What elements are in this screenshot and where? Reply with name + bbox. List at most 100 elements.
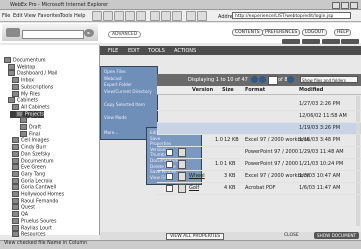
search-input[interactable]: [22, 30, 84, 39]
window-title-bar: WebEx Pro - Microsoft Internet Explorer: [0, 0, 361, 10]
context-menu-item[interactable]: Export Folder: [104, 82, 132, 87]
action-actions[interactable]: ACTIONS: [174, 48, 196, 54]
close-button[interactable]: CLOSE: [284, 233, 299, 238]
tree-item[interactable]: Goria Cantwell: [12, 184, 56, 191]
tree-item[interactable]: All Cabinets: [12, 103, 50, 110]
maximize-button[interactable]: [341, 2, 349, 9]
app-logo: [6, 28, 20, 37]
show-document-button[interactable]: SHOW DOCUMENT: [314, 232, 360, 239]
tree-item[interactable]: Projects: [16, 110, 44, 117]
menu-file[interactable]: File: [2, 13, 10, 19]
tree-item[interactable]: Resources: [12, 231, 46, 238]
tree-item[interactable]: Cell Images: [12, 137, 49, 144]
tree-item[interactable]: Cindy Burr: [12, 144, 46, 151]
file-modified: 1/21/03 10:24 PM: [299, 161, 344, 167]
file-version: 1.0: [215, 137, 223, 143]
contents-link[interactable]: CONTENTS: [232, 29, 263, 36]
tree-item[interactable]: Pruelus Soures: [12, 217, 57, 224]
tree-item[interactable]: Subscriptions: [12, 83, 53, 90]
file-name[interactable]: Wheel: [189, 173, 205, 179]
tree-item[interactable]: Eve Green: [12, 164, 46, 171]
tree-item[interactable]: Draft: [20, 124, 41, 131]
col-size[interactable]: Size: [222, 87, 234, 93]
tree-item[interactable]: Final: [20, 130, 40, 137]
col-version[interactable]: Version: [192, 87, 213, 93]
file-modified: 1/16/03 3:48 PM: [299, 137, 341, 143]
context-menu-item[interactable]: Copy Selected Item: [104, 102, 145, 107]
header-tab-3[interactable]: [322, 39, 340, 44]
last-page-button[interactable]: [287, 76, 294, 83]
tree-item[interactable]: Cabinets: [8, 97, 38, 104]
show-filter-select[interactable]: Show files and folders: [300, 76, 358, 83]
stop-icon[interactable]: [114, 11, 124, 21]
refresh-icon[interactable]: [125, 11, 135, 21]
folder-icon: [12, 224, 19, 231]
tree-item[interactable]: Quest: [12, 204, 35, 211]
page-input[interactable]: [268, 76, 278, 85]
menu-edit[interactable]: Edit: [13, 13, 23, 19]
document-icon: [178, 184, 186, 193]
prev-page-button[interactable]: [251, 76, 258, 83]
logout-link[interactable]: LOGOUT: [302, 29, 327, 36]
menu-favorites[interactable]: Favorites: [38, 13, 61, 19]
back-icon[interactable]: [92, 11, 102, 21]
view-all-properties-button[interactable]: VIEW ALL PROPERTIES: [166, 233, 225, 240]
action-edit[interactable]: EDIT: [128, 48, 140, 54]
action-file[interactable]: FILE: [108, 48, 118, 54]
folder-icon: [12, 144, 19, 151]
context-menu-item[interactable]: Open Files: [104, 69, 126, 74]
tree-item[interactable]: My Files: [12, 90, 40, 97]
help-link[interactable]: HELP: [334, 29, 352, 36]
folder-icon: [12, 204, 19, 211]
action-tools[interactable]: TOOLS: [148, 48, 165, 54]
file-modified: 12/06/02 11:58 AM: [299, 113, 347, 119]
context-menu-item[interactable]: View Mode: [104, 115, 127, 120]
tree-item[interactable]: Dashboard / Mail: [8, 70, 57, 77]
search-icon[interactable]: [150, 11, 160, 21]
folder-icon: [12, 83, 19, 90]
header-tab-1[interactable]: [282, 39, 300, 44]
address-bar[interactable]: http://experience/LIST/webtop/edit/login…: [232, 12, 351, 19]
row-checkbox[interactable]: [166, 185, 173, 192]
search-go-button[interactable]: ►: [84, 29, 94, 37]
menu-tools[interactable]: Tools: [60, 13, 72, 19]
advanced-search-link[interactable]: ADVANCED: [108, 31, 142, 38]
mail-icon[interactable]: [186, 11, 196, 21]
context-menu-item[interactable]: Webcast: [104, 76, 122, 81]
tree-item[interactable]: Hollywood Homes: [12, 191, 64, 198]
history-icon[interactable]: [172, 11, 182, 21]
next-page-button[interactable]: [259, 76, 266, 83]
favorites-icon[interactable]: [161, 11, 171, 21]
print-icon[interactable]: [197, 11, 207, 21]
row-checkbox[interactable]: [166, 161, 173, 168]
tree-item[interactable]: Documentum: [12, 157, 54, 164]
context-menu-more[interactable]: More...: [104, 130, 118, 135]
folder-icon: [12, 191, 19, 197]
forward-icon[interactable]: [103, 11, 113, 21]
tree-item[interactable]: Inbox: [12, 77, 34, 84]
tree-item[interactable]: Gary Tang: [12, 170, 45, 177]
tree-item[interactable]: Raylias Lourt: [12, 224, 52, 231]
preferences-link[interactable]: PREFERENCES: [262, 29, 301, 36]
file-name[interactable]: Golf: [189, 185, 199, 191]
tree-item[interactable]: Webtop: [8, 63, 35, 70]
row-checkbox[interactable]: [166, 149, 173, 156]
context-menu-item[interactable]: View/Current Directory: [104, 89, 152, 94]
col-format[interactable]: Format: [245, 87, 265, 93]
col-modified[interactable]: Modified: [299, 87, 323, 93]
tree-item[interactable]: Documentum: [4, 57, 46, 64]
close-window-button[interactable]: [350, 2, 358, 9]
tree-item[interactable]: Dan Szefsky: [12, 150, 50, 157]
tree-item[interactable]: Raoul Fernando: [12, 197, 58, 204]
tree-item[interactable]: Goria Lecroix: [12, 177, 53, 184]
menu-help[interactable]: Help: [74, 13, 85, 19]
header-tab-2[interactable]: [302, 39, 320, 44]
menu-view[interactable]: View: [24, 13, 36, 19]
tree-item[interactable]: Project 1: [20, 117, 50, 124]
folder-icon: [12, 137, 19, 144]
minimize-button[interactable]: [332, 2, 340, 9]
row-checkbox[interactable]: [166, 173, 173, 180]
home-icon[interactable]: [136, 11, 146, 21]
tree-item[interactable]: QA: [12, 211, 28, 218]
header-tab-4[interactable]: [341, 39, 359, 44]
